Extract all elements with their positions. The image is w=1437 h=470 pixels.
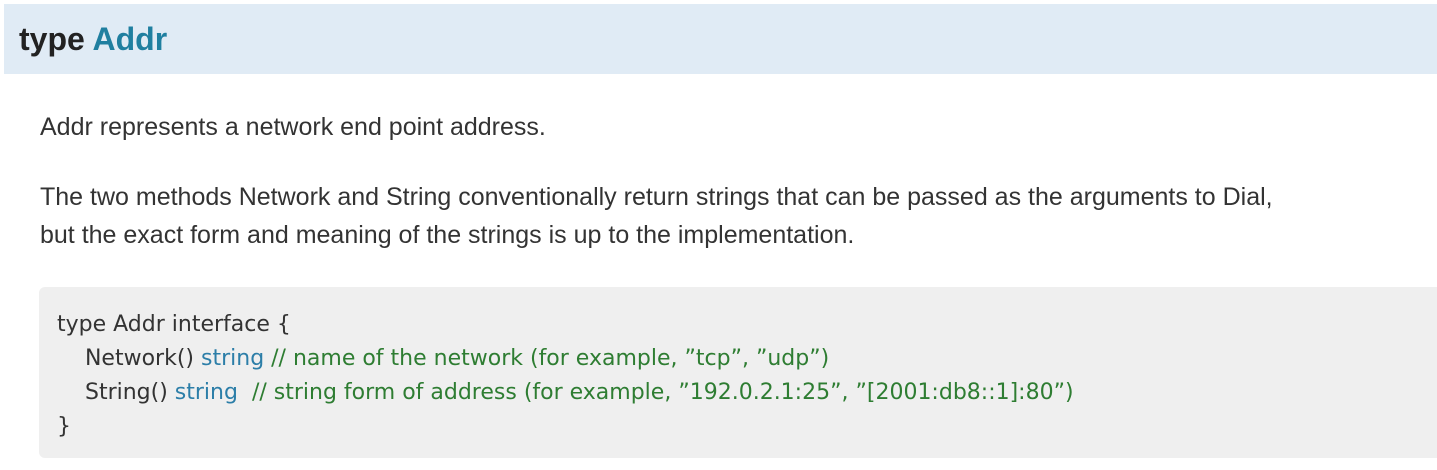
code-method-network: Network() (57, 346, 201, 371)
type-heading: type Addr (19, 23, 167, 55)
code-line-1: type Addr interface { (57, 308, 1437, 342)
code-closing-brace: } (57, 414, 71, 439)
code-return-type-string[interactable]: string (175, 380, 238, 405)
code-comment-string: // string form of address (for example, … (237, 380, 1074, 405)
code-interface-declaration: type Addr interface { (57, 312, 291, 337)
heading-keyword: type (19, 21, 85, 57)
code-method-string: String() (57, 380, 175, 405)
type-description: Addr represents a network end point addr… (40, 108, 1437, 254)
code-comment-network: // name of the network (for example, ”tc… (264, 346, 830, 371)
description-paragraph-2-line-1: The two methods Network and String conve… (40, 183, 1273, 211)
doc-page: type Addr Addr represents a network end … (0, 0, 1437, 470)
description-paragraph-2-line-2: but the exact form and meaning of the st… (40, 221, 855, 249)
description-paragraph-2: The two methods Network and String conve… (40, 178, 1437, 254)
description-paragraph-1: Addr represents a network end point addr… (40, 113, 546, 141)
type-heading-bar: type Addr (4, 4, 1437, 74)
code-block: type Addr interface { Network() string /… (39, 287, 1437, 458)
code-return-type-network[interactable]: string (201, 346, 264, 371)
code-line-4: } (57, 410, 1437, 444)
code-line-2: Network() string // name of the network … (57, 342, 1437, 376)
heading-type-name[interactable]: Addr (93, 21, 168, 57)
code-line-3: String() string // string form of addres… (57, 376, 1437, 410)
